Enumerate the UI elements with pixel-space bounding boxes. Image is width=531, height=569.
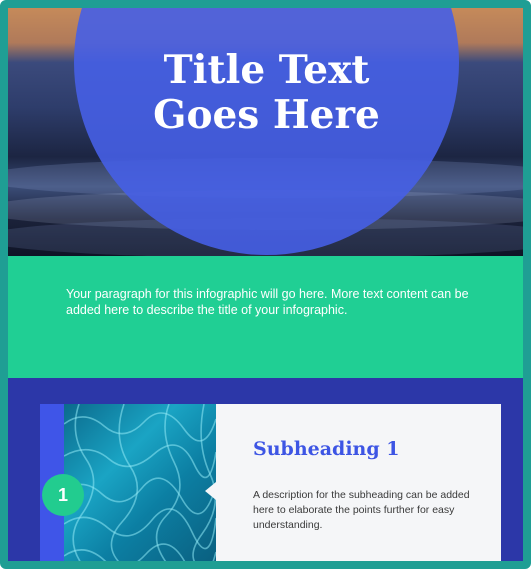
page-title: Title Text Goes Here xyxy=(74,48,459,138)
title-line-2: Goes Here xyxy=(153,92,380,138)
ocean-waves-image: Title Text Goes Here xyxy=(8,8,523,256)
card-notch xyxy=(205,482,216,500)
item-card xyxy=(216,404,501,561)
water-ripple-image xyxy=(64,404,216,561)
water-ripple-pattern xyxy=(64,404,216,561)
item-subheading: Subheading 1 xyxy=(253,438,400,460)
intro-paragraph: Your paragraph for this infographic will… xyxy=(66,287,469,317)
infographic-frame: Title Text Goes Here Your paragraph for … xyxy=(0,0,531,569)
title-line-1: Title Text xyxy=(163,47,370,93)
item-description: A description for the subheading can be … xyxy=(253,489,470,531)
item-number-badge: 1 xyxy=(42,474,84,516)
